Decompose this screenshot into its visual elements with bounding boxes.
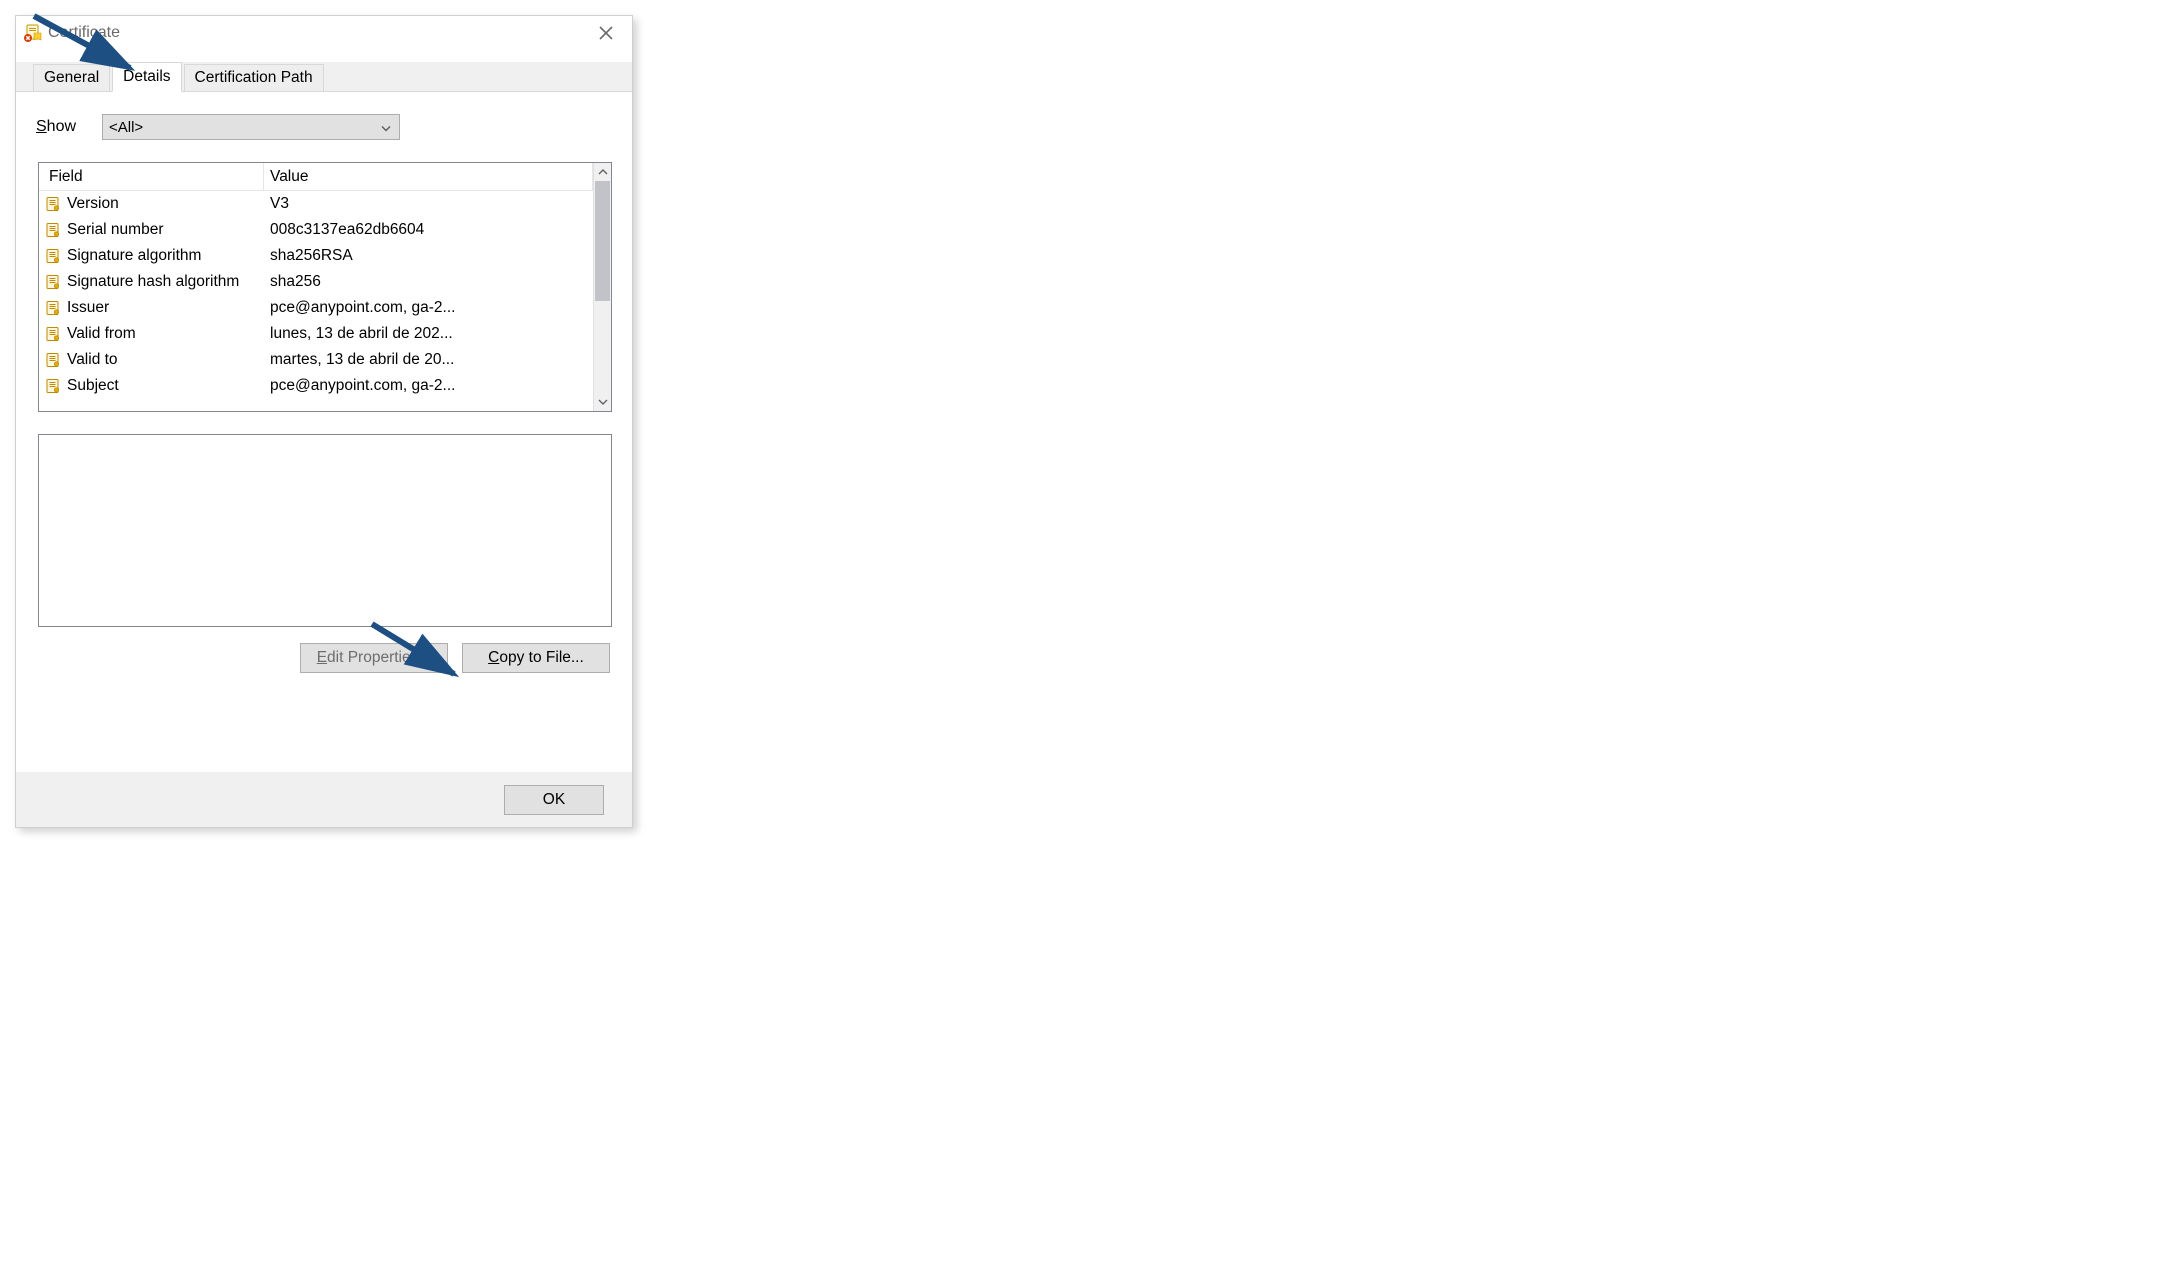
tab-details[interactable]: Details	[112, 62, 181, 92]
header-field[interactable]: Field	[39, 163, 264, 190]
field-icon	[45, 352, 61, 368]
row-value: martes, 13 de abril de 20...	[264, 351, 593, 369]
scroll-track[interactable]	[594, 181, 611, 393]
details-panel: Show <All> Field Value	[16, 92, 632, 772]
list-row[interactable]: Subject pce@anypoint.com, ga-2...	[39, 373, 593, 399]
scroll-up-icon[interactable]	[594, 163, 611, 181]
row-field: Valid to	[67, 351, 264, 369]
certificate-error-icon	[24, 24, 42, 42]
row-value: V3	[264, 195, 593, 213]
row-value: lunes, 13 de abril de 202...	[264, 325, 593, 343]
header-value[interactable]: Value	[264, 163, 593, 190]
field-icon	[45, 274, 61, 290]
tab-certification-path[interactable]: Certification Path	[184, 64, 324, 92]
edit-properties-button: Edit Properties...	[300, 643, 448, 673]
fields-list[interactable]: Field Value Version V3	[38, 162, 612, 412]
show-filter-value: <All>	[109, 119, 143, 136]
row-field: Subject	[67, 377, 264, 395]
window-title: Certificate	[48, 24, 120, 42]
ok-button[interactable]: OK	[504, 785, 604, 815]
row-field: Signature algorithm	[67, 247, 264, 265]
dialog-footer: OK	[16, 772, 632, 827]
show-label: Show	[36, 118, 88, 136]
row-field: Signature hash algorithm	[67, 273, 264, 291]
list-row[interactable]: Valid from lunes, 13 de abril de 202...	[39, 321, 593, 347]
list-header: Field Value	[39, 163, 593, 191]
field-icon	[45, 300, 61, 316]
row-value: pce@anypoint.com, ga-2...	[264, 299, 593, 317]
list-row[interactable]: Version V3	[39, 191, 593, 217]
close-icon[interactable]	[588, 20, 624, 46]
row-value: sha256	[264, 273, 593, 291]
certificate-dialog: Certificate General Details Certificatio…	[15, 15, 633, 828]
row-value: pce@anypoint.com, ga-2...	[264, 377, 593, 395]
chevron-down-icon	[381, 119, 391, 136]
row-value: 008c3137ea62db6604	[264, 221, 593, 239]
field-icon	[45, 326, 61, 342]
field-icon	[45, 378, 61, 394]
row-value: sha256RSA	[264, 247, 593, 265]
field-icon	[45, 248, 61, 264]
list-row[interactable]: Signature hash algorithm sha256	[39, 269, 593, 295]
list-row[interactable]: Signature algorithm sha256RSA	[39, 243, 593, 269]
list-row[interactable]: Valid to martes, 13 de abril de 20...	[39, 347, 593, 373]
field-icon	[45, 222, 61, 238]
row-field: Issuer	[67, 299, 264, 317]
list-row[interactable]: Serial number 008c3137ea62db6604	[39, 217, 593, 243]
tab-strip: General Details Certification Path	[16, 62, 632, 92]
copy-to-file-button[interactable]: Copy to File...	[462, 643, 610, 673]
row-field: Serial number	[67, 221, 264, 239]
field-detail-textbox[interactable]	[38, 434, 612, 627]
field-icon	[45, 196, 61, 212]
tab-general[interactable]: General	[33, 64, 110, 92]
row-field: Valid from	[67, 325, 264, 343]
scroll-thumb[interactable]	[595, 181, 610, 301]
row-field: Version	[67, 195, 264, 213]
scroll-down-icon[interactable]	[594, 393, 611, 411]
list-row[interactable]: Issuer pce@anypoint.com, ga-2...	[39, 295, 593, 321]
title-bar: Certificate	[16, 16, 632, 50]
vertical-scrollbar[interactable]	[593, 163, 611, 411]
show-filter-dropdown[interactable]: <All>	[102, 114, 400, 140]
